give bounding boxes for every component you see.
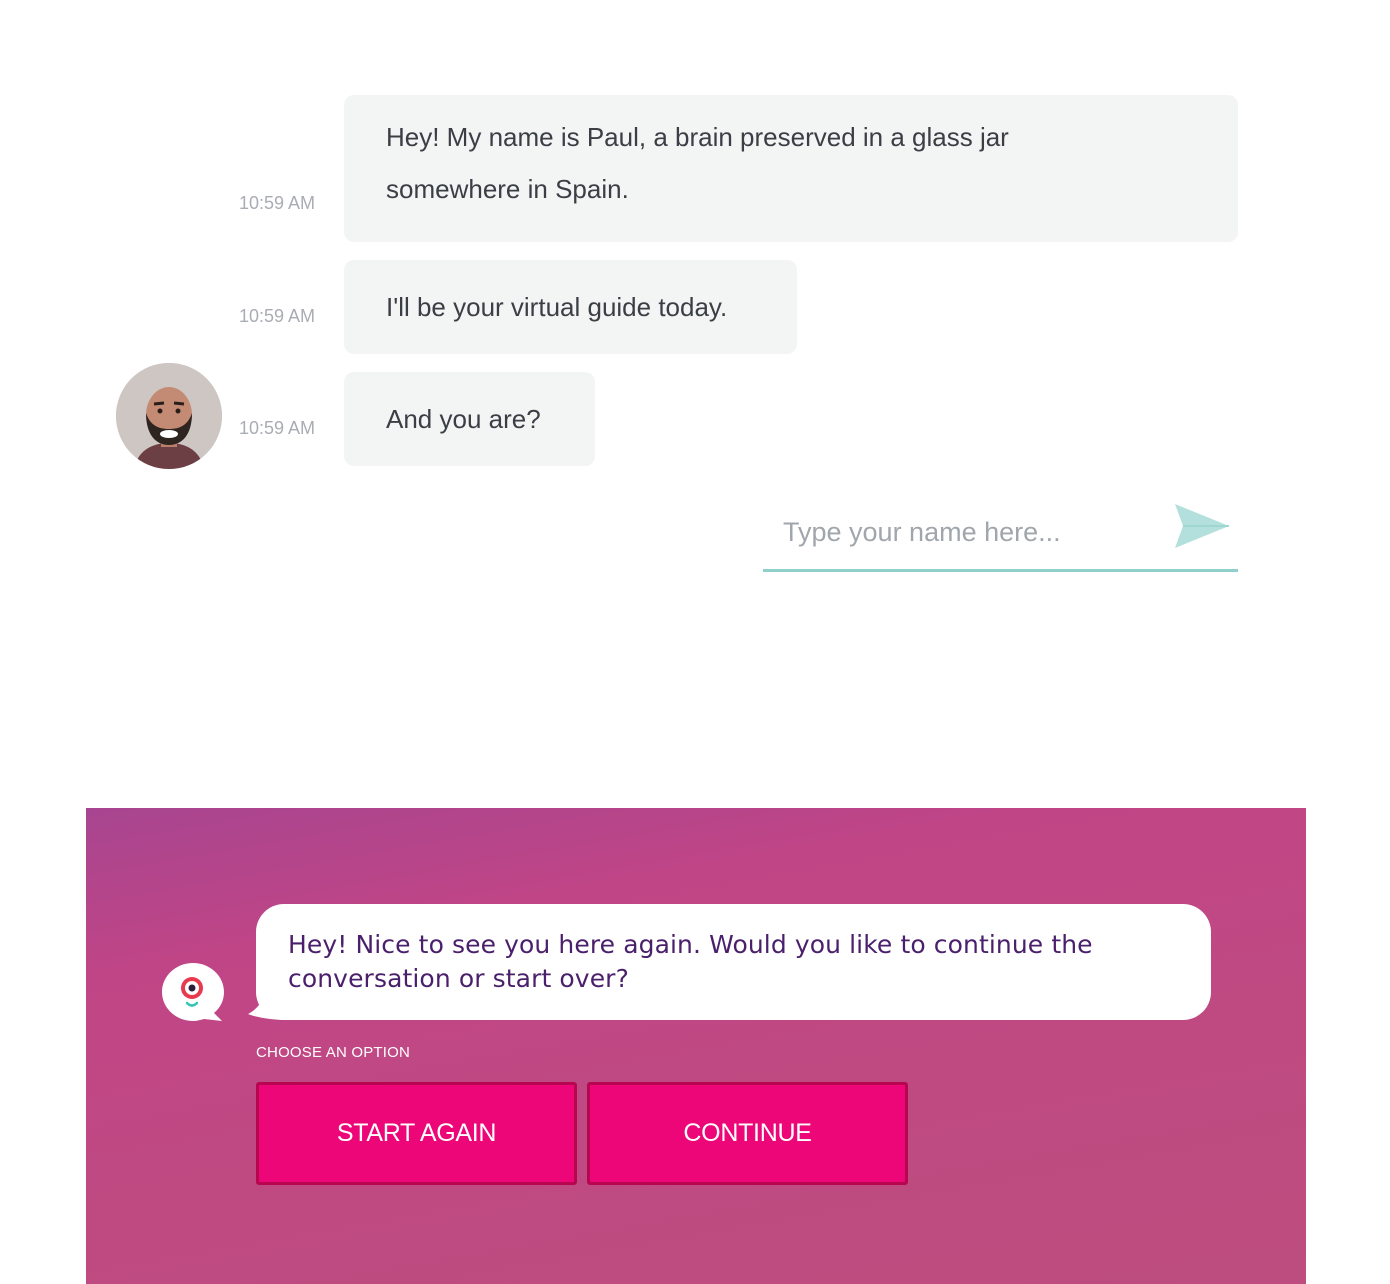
message-timestamp: 10:59 AM [239, 418, 316, 438]
bot-message-line: Hey! Nice to see you here again. Would y… [288, 930, 1093, 959]
message-timestamp: 10:59 AM [239, 306, 316, 326]
message-bubble: Hey! My name is Paul, a brain preserved … [344, 95, 1238, 242]
message-text: I'll be your virtual guide today. [386, 292, 728, 322]
avatar-photo [116, 363, 222, 469]
start-again-button[interactable]: START AGAIN [256, 1082, 577, 1185]
send-button[interactable] [1173, 500, 1233, 552]
message-bubble: I'll be your virtual guide today. [344, 260, 797, 354]
avatar [116, 363, 222, 469]
bot-avatar [160, 961, 226, 1027]
send-icon [1175, 504, 1229, 548]
continue-button[interactable]: CONTINUE [587, 1082, 908, 1185]
message-bubble: And you are? [344, 372, 595, 466]
returning-visitor-panel: Hey! Nice to see you here again. Would y… [86, 808, 1306, 1284]
name-input-container [763, 498, 1238, 572]
choose-option-label: CHOOSE AN OPTION [256, 1044, 411, 1061]
message-text-line: somewhere in Spain. [386, 174, 629, 204]
message-timestamp: 10:59 AM [239, 193, 316, 213]
chat-section: 10:59 AM Hey! My name is Paul, a brain p… [0, 0, 1390, 600]
bot-logo-icon [162, 963, 224, 1021]
name-input[interactable] [781, 506, 1165, 558]
message-text: And you are? [386, 404, 541, 434]
bot-message-line: conversation or start over? [288, 964, 629, 993]
message-text-line: Hey! My name is Paul, a brain preserved … [386, 122, 1009, 152]
bot-message-bubble: Hey! Nice to see you here again. Would y… [256, 904, 1211, 1020]
